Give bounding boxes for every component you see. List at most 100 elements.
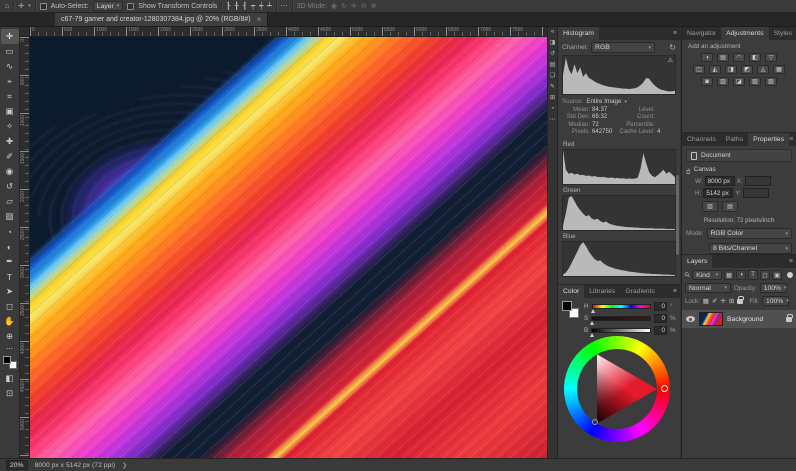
bit-depth-dropdown[interactable]: 8 Bits/Channel▾ [709,243,792,254]
tab-styles[interactable]: Styles [769,27,796,40]
black-and-white-icon[interactable]: ◨ [725,65,737,74]
tab-paths[interactable]: Paths [721,133,748,146]
filter-shape-layers-icon[interactable]: ◻ [760,270,770,280]
frame-icon[interactable]: ▣ [1,104,19,119]
color-mode-dropdown[interactable]: RGB Color▾ [707,228,792,239]
document-row[interactable]: Document [686,149,792,162]
gradient-icon[interactable]: ▨ [1,209,19,224]
move-icon[interactable]: ✛ [1,29,19,44]
lock-all-icon[interactable] [737,299,743,304]
tab-gradients[interactable]: Gradients [620,285,659,298]
fill-dropdown[interactable]: 100%▾ [762,296,789,306]
color-wheel[interactable] [564,336,670,442]
brightness-slider[interactable] [591,328,651,333]
lock-image-pixels-icon[interactable]: ✐ [712,297,717,305]
layer-visibility-eye-icon[interactable] [686,316,695,322]
lock-position-icon[interactable]: ✛ [720,297,725,305]
slider-thumb[interactable] [590,321,594,325]
tab-layers[interactable]: Layers [682,255,712,268]
invert-icon[interactable]: ◙ [701,77,713,86]
tab-properties[interactable]: Properties [748,133,789,146]
home-icon[interactable]: ⌂ [5,3,9,10]
zoom-icon[interactable]: ⊕ [1,329,19,344]
ruler-origin[interactable] [20,27,30,37]
foreground-color-swatch[interactable] [562,301,572,311]
object-selection-icon[interactable]: ⌖ [1,74,19,89]
canvas-icon-button-1[interactable]: ▥ [702,201,718,212]
panel-menu-icon[interactable]: ≡ [789,255,796,268]
document-tab[interactable]: c67-79 gamer and creator-1280307384.jpg … [55,13,268,26]
filter-pixel-layers-icon[interactable]: ▦ [724,270,734,280]
lasso-icon[interactable]: ∿ [1,59,19,74]
lock-artboard-icon[interactable]: ⊞ [729,297,734,305]
canvas-section-header[interactable]: ∨ Canvas [682,164,796,175]
channel-mixer-icon[interactable]: ◬ [757,65,769,74]
spot-healing-brush-icon[interactable]: ✚ [1,134,19,149]
slider-thumb[interactable] [591,309,595,313]
dock-panel-3-icon[interactable]: ▤ [550,62,556,68]
auto-select-target-dropdown[interactable]: Layer▾ [93,1,124,11]
edit-toolbar-icon[interactable]: ⋯ [6,345,13,353]
canvas-icon-button-2[interactable]: ▤ [722,201,738,212]
dock-panel-4-icon[interactable]: ❑ [550,73,555,79]
hue-saturation-icon[interactable]: ◫ [693,65,705,74]
panel-menu-icon[interactable]: ≡ [789,133,796,146]
panel-menu-icon[interactable]: ≡ [673,27,680,40]
brush-icon[interactable]: ✐ [1,149,19,164]
zoom-level-field[interactable]: 20% [6,460,28,470]
layer-thumbnail[interactable] [699,312,723,326]
align-right-icon[interactable]: ┨ [243,2,247,10]
saturation-brightness-marker[interactable] [592,419,598,425]
eyedropper-icon[interactable]: ✧ [1,119,19,134]
slide-3d-icon[interactable]: ⊖ [361,2,367,10]
align-bottom-icon[interactable]: ┷ [267,2,271,10]
more-options-icon[interactable]: ⋯ [281,2,288,10]
clone-stamp-icon[interactable]: ◉ [1,164,19,179]
path-selection-icon[interactable]: ➤ [1,284,19,299]
align-middle-icon[interactable]: ┿ [259,2,263,10]
layer-lock-icon[interactable] [786,317,792,322]
tab-navigator[interactable]: Navigator [682,27,721,40]
filter-adjustment-layers-icon[interactable]: ◑ [736,270,746,280]
source-value[interactable]: Entire Image [586,98,621,105]
tab-adjustments[interactable]: Adjustments [721,27,768,40]
move-tool-icon[interactable]: ✛ [18,2,24,10]
rectangle-shape-icon[interactable]: ◻ [1,299,19,314]
tab-libraries[interactable]: Libraries [584,285,620,298]
align-center-horizontal-icon[interactable]: ╂ [235,2,239,10]
eraser-icon[interactable]: ▱ [1,194,19,209]
posterize-icon[interactable]: ▥ [717,77,729,86]
drag-3d-icon[interactable]: ✛ [351,2,357,10]
dock-panel-7-icon[interactable]: ◔ [551,106,555,112]
blend-mode-dropdown[interactable]: Normal▾ [685,283,731,293]
tab-channels[interactable]: Channels [682,133,721,146]
vertical-ruler[interactable]: 0500100015002000250030003500400045005000 [20,37,30,458]
exposure-icon[interactable]: ◧ [749,53,761,62]
filter-smart-objects-icon[interactable]: ▣ [772,270,782,280]
panel-menu-icon[interactable]: ≡ [673,285,680,298]
screen-mode-icon[interactable]: ⊡ [1,386,19,401]
quick-mask-icon[interactable]: ◧ [1,371,19,386]
align-top-icon[interactable]: ┯ [251,2,255,10]
cached-data-warning-icon[interactable]: ⚠ [668,57,673,64]
levels-icon[interactable]: ▤ [717,53,729,62]
tab-histogram[interactable]: Histogram [558,27,599,40]
hue-marker[interactable] [661,385,668,392]
selective-color-icon[interactable]: ▨ [765,77,777,86]
align-left-icon[interactable]: ┠ [226,2,230,10]
pen-icon[interactable]: ✒ [1,254,19,269]
dock-panel-2-icon[interactable]: ↺ [550,51,555,57]
close-icon[interactable]: × [257,15,262,24]
link-dimensions-icon[interactable]: ⧉ [686,170,690,177]
width-field[interactable]: 8000 px [705,176,735,186]
channel-dropdown[interactable]: RGB▾ [591,42,655,53]
dodge-icon[interactable]: ◐ [1,239,19,254]
roll-3d-icon[interactable]: ↻ [341,2,347,10]
orbit-3d-icon[interactable]: ◉ [331,2,337,10]
curves-icon[interactable]: ◠ [733,53,745,62]
height-field[interactable]: 5142 px [703,188,733,198]
color-balance-icon[interactable]: ◭ [709,65,721,74]
color-lookup-icon[interactable]: ▦ [773,65,785,74]
threshold-icon[interactable]: ◪ [733,77,745,86]
layer-row-background[interactable]: Background [682,310,796,328]
